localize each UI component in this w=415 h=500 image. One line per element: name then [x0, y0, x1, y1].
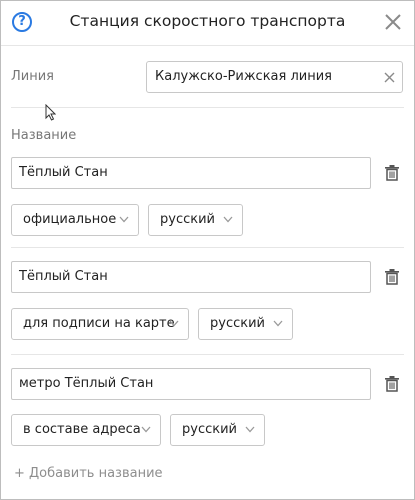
- trash-icon[interactable]: [385, 269, 399, 285]
- name-type-dropdown[interactable]: официальное: [11, 204, 139, 236]
- chevron-down-icon: [119, 216, 129, 223]
- chevron-down-icon: [169, 320, 179, 327]
- station-dialog: ? Станция скоростного транспорта Линия К…: [0, 0, 415, 500]
- mouse-pointer-icon: [45, 104, 56, 121]
- name-type-dropdown[interactable]: для подписи на карте: [11, 308, 189, 340]
- name-input-3[interactable]: метро Тёплый Стан: [11, 368, 371, 400]
- name-value: Тёплый Стан: [19, 269, 108, 284]
- add-name-button[interactable]: + Добавить название: [14, 466, 163, 481]
- line-label: Линия: [11, 69, 54, 84]
- name-divider: [11, 354, 404, 355]
- name-divider: [11, 247, 404, 248]
- chevron-down-icon: [223, 216, 233, 223]
- name-input-2[interactable]: Тёплый Стан: [11, 261, 371, 293]
- name-language-dropdown[interactable]: русский: [170, 414, 265, 446]
- dropdown-value: русский: [210, 316, 265, 331]
- dialog-header: ? Станция скоростного транспорта: [1, 1, 414, 45]
- name-type-dropdown[interactable]: в составе адреса: [11, 414, 161, 446]
- chevron-down-icon: [141, 426, 151, 433]
- dropdown-value: в составе адреса: [23, 422, 141, 437]
- trash-icon[interactable]: [385, 376, 399, 392]
- chevron-down-icon: [273, 320, 283, 327]
- dropdown-value: официальное: [23, 212, 117, 227]
- chevron-down-icon: [245, 426, 255, 433]
- line-value: Калужско-Рижская линия: [155, 69, 332, 84]
- name-input-1[interactable]: Тёплый Стан: [11, 157, 371, 189]
- header-divider: [1, 45, 414, 46]
- dropdown-value: русский: [160, 212, 215, 227]
- clear-icon[interactable]: [384, 72, 395, 83]
- close-icon[interactable]: [384, 13, 402, 31]
- name-language-dropdown[interactable]: русский: [198, 308, 293, 340]
- name-language-dropdown[interactable]: русский: [148, 204, 243, 236]
- dialog-title: Станция скоростного транспорта: [69, 12, 346, 30]
- name-value: метро Тёплый Стан: [19, 376, 154, 391]
- name-label: Название: [11, 128, 77, 143]
- line-divider: [11, 107, 404, 108]
- dropdown-value: русский: [182, 422, 237, 437]
- name-value: Тёплый Стан: [19, 165, 108, 180]
- help-icon[interactable]: ?: [12, 12, 32, 32]
- line-select[interactable]: Калужско-Рижская линия: [146, 61, 403, 93]
- trash-icon[interactable]: [385, 165, 399, 181]
- dropdown-value: для подписи на карте: [23, 316, 175, 331]
